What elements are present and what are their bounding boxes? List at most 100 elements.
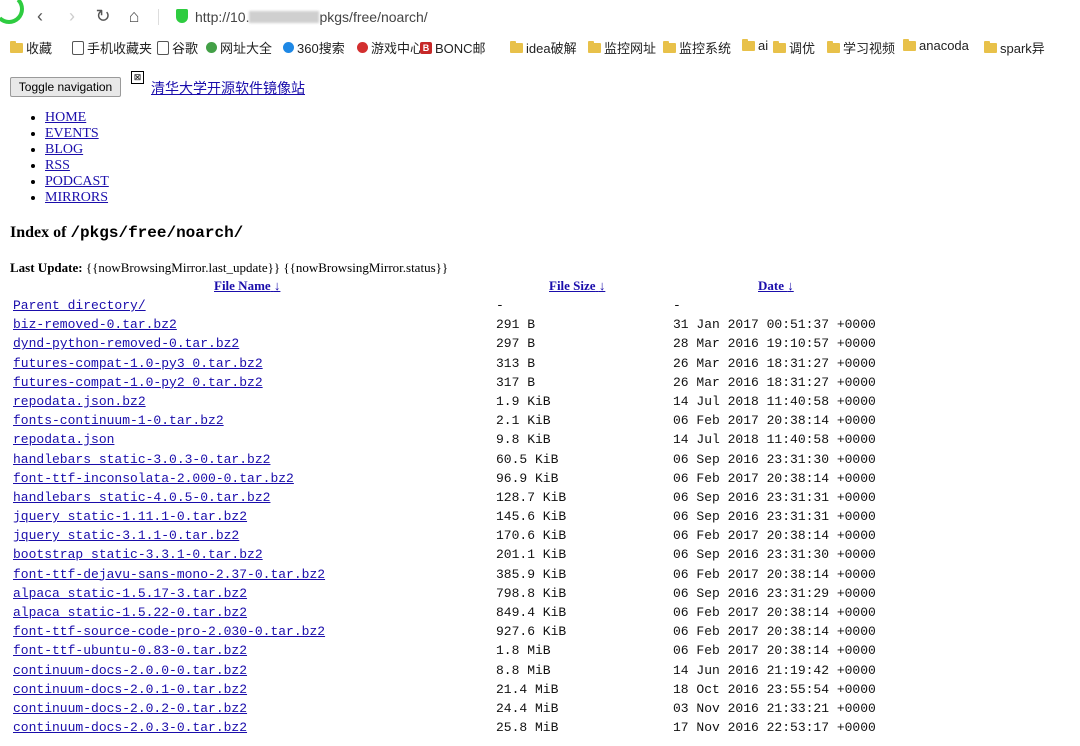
browser-logo-icon: [0, 0, 24, 24]
sort-arrow-icon: ↓: [273, 278, 281, 293]
bookmark-label: 网址大全: [220, 41, 273, 56]
file-link[interactable]: continuum-docs-2.0.1-0.tar.bz2: [13, 680, 247, 699]
file-link[interactable]: bootstrap_static-3.3.1-0.tar.bz2: [13, 545, 263, 564]
file-link[interactable]: handlebars_static-3.0.3-0.tar.bz2: [13, 450, 270, 469]
bookmark-item[interactable]: B BONC邮: [420, 38, 486, 57]
file-link[interactable]: alpaca_static-1.5.17-3.tar.bz2: [13, 584, 247, 603]
bookmark-item[interactable]: 调优: [773, 38, 815, 57]
file-link[interactable]: font-ttf-inconsolata-2.000-0.tar.bz2: [13, 469, 294, 488]
folder-icon: [827, 40, 840, 53]
file-size: 313 B: [496, 355, 536, 371]
home-icon[interactable]: ⌂: [124, 6, 144, 26]
bookmark-item[interactable]: 手机收藏夹: [72, 38, 152, 57]
file-link[interactable]: jquery_static-3.1.1-0.tar.bz2: [13, 526, 239, 545]
file-link[interactable]: biz-removed-0.tar.bz2: [13, 315, 177, 334]
bookmark-item[interactable]: ai: [742, 38, 768, 53]
bookmark-label: 游戏中心: [371, 41, 424, 56]
file-link[interactable]: continuum-docs-2.0.0-0.tar.bz2: [13, 661, 247, 680]
bookmark-item[interactable]: 监控系统: [663, 38, 731, 57]
file-date: 31 Jan 2017 00:51:37 +0000: [673, 317, 876, 333]
file-link[interactable]: dynd-python-removed-0.tar.bz2: [13, 334, 239, 353]
file-size: 128.7 KiB: [496, 489, 567, 505]
bookmark-label: 手机收藏夹: [87, 41, 153, 56]
file-date: 06 Feb 2017 20:38:14 +0000: [673, 624, 876, 640]
file-link[interactable]: repodata.json.bz2: [13, 392, 146, 411]
file-size: 798.8 KiB: [496, 585, 567, 601]
broken-image-icon: ⊠: [131, 71, 144, 84]
sort-by-size-link[interactable]: File Size ↓: [549, 278, 605, 294]
reload-icon[interactable]: ↻: [93, 6, 113, 26]
bookmark-item[interactable]: spark异: [984, 38, 1045, 57]
url-redacted: [249, 11, 320, 23]
bookmark-label: 调优: [789, 41, 816, 56]
file-link[interactable]: Parent directory/: [13, 296, 146, 315]
nav-item-events: EVENTS: [45, 126, 109, 142]
file-link[interactable]: jquery_static-1.11.1-0.tar.bz2: [13, 507, 247, 526]
file-link[interactable]: font-ttf-dejavu-sans-mono-2.37-0.tar.bz2: [13, 565, 325, 584]
address-bar[interactable]: http://10. pkgs/free/noarch/: [195, 9, 428, 25]
bookmark-label: 监控网址: [604, 41, 657, 56]
file-link[interactable]: fonts-continuum-1-0.tar.bz2: [13, 411, 224, 430]
bookmark-item[interactable]: 学习视频: [827, 38, 895, 57]
sort-by-date-link[interactable]: Date ↓: [758, 278, 794, 294]
nav-link-events[interactable]: EVENTS: [45, 126, 99, 141]
secure-shield-icon: [176, 9, 188, 23]
nav-link-rss[interactable]: RSS: [45, 158, 70, 173]
toggle-navigation-button[interactable]: Toggle navigation: [10, 77, 121, 97]
folder-icon: [773, 40, 786, 53]
nav-link-blog[interactable]: BLOG: [45, 142, 83, 157]
bookmark-label: anacoda: [919, 38, 969, 53]
file-date: 06 Sep 2016 23:31:30 +0000: [673, 547, 876, 563]
bookmark-label: idea破解: [526, 41, 577, 56]
bookmark-item[interactable]: 监控网址: [588, 38, 656, 57]
file-link[interactable]: handlebars_static-4.0.5-0.tar.bz2: [13, 488, 270, 507]
last-update-line: Last Update: {{nowBrowsingMirror.last_up…: [10, 260, 448, 276]
bookmark-item[interactable]: idea破解: [510, 38, 577, 57]
file-date: 06 Sep 2016 23:31:31 +0000: [673, 489, 876, 505]
bookmark-item[interactable]: 游戏中心: [357, 38, 423, 57]
file-size: 8.8 MiB: [496, 662, 551, 678]
file-link[interactable]: continuum-docs-2.0.3-0.tar.bz2: [13, 718, 247, 737]
bookmark-item[interactable]: 收藏: [10, 38, 52, 57]
file-size: 2.1 KiB: [496, 413, 551, 429]
file-link[interactable]: font-ttf-source-code-pro-2.030-0.tar.bz2: [13, 622, 325, 641]
file-size: 170.6 KiB: [496, 528, 567, 544]
game-icon: [357, 42, 368, 53]
forward-icon[interactable]: ›: [62, 6, 82, 26]
sort-by-name-link[interactable]: File Name ↓: [214, 278, 280, 294]
folder-icon: [903, 38, 916, 51]
file-size: 145.6 KiB: [496, 509, 567, 525]
nav-item-podcast: PODCAST: [45, 174, 109, 190]
nav-item-blog: BLOG: [45, 142, 109, 158]
file-link[interactable]: alpaca_static-1.5.22-0.tar.bz2: [13, 603, 247, 622]
site-home-link[interactable]: 清华大学开源软件镜像站: [151, 78, 305, 98]
bookmark-label: 学习视频: [843, 41, 896, 56]
file-size: 9.8 KiB: [496, 432, 551, 448]
bookmark-label: spark异: [1000, 41, 1045, 56]
header-file-size: File Size: [549, 278, 596, 293]
nav-link-mirrors[interactable]: MIRRORS: [45, 190, 108, 205]
file-link[interactable]: futures-compat-1.0-py2_0.tar.bz2: [13, 373, 263, 392]
file-size: 24.4 MiB: [496, 700, 559, 716]
file-link[interactable]: continuum-docs-2.0.2-0.tar.bz2: [13, 699, 247, 718]
bookmark-item[interactable]: 网址大全: [206, 38, 272, 57]
file-size: 60.5 KiB: [496, 451, 559, 467]
nav-link-podcast[interactable]: PODCAST: [45, 174, 109, 189]
page-title-prefix: Index of: [10, 224, 71, 241]
bookmark-item[interactable]: anacoda: [903, 38, 969, 53]
file-link[interactable]: repodata.json: [13, 430, 114, 449]
url-prefix: http://10.: [195, 9, 250, 25]
bookmark-item[interactable]: 谷歌: [157, 38, 198, 57]
bookmark-label: 谷歌: [172, 41, 199, 56]
file-size: 297 B: [496, 336, 536, 352]
nav-item-rss: RSS: [45, 158, 109, 174]
file-date: 06 Feb 2017 20:38:14 +0000: [673, 605, 876, 620]
nav-link-home[interactable]: HOME: [45, 110, 86, 125]
back-icon[interactable]: ‹: [30, 6, 50, 26]
file-date: 17 Nov 2016 22:53:17 +0000: [673, 720, 876, 736]
file-date: 26 Mar 2016 18:31:27 +0000: [673, 374, 876, 390]
file-link[interactable]: futures-compat-1.0-py3_0.tar.bz2: [13, 354, 263, 373]
file-link[interactable]: font-ttf-ubuntu-0.83-0.tar.bz2: [13, 641, 247, 660]
file-size: 927.6 KiB: [496, 624, 567, 640]
bookmark-item[interactable]: 360搜索: [283, 38, 345, 57]
